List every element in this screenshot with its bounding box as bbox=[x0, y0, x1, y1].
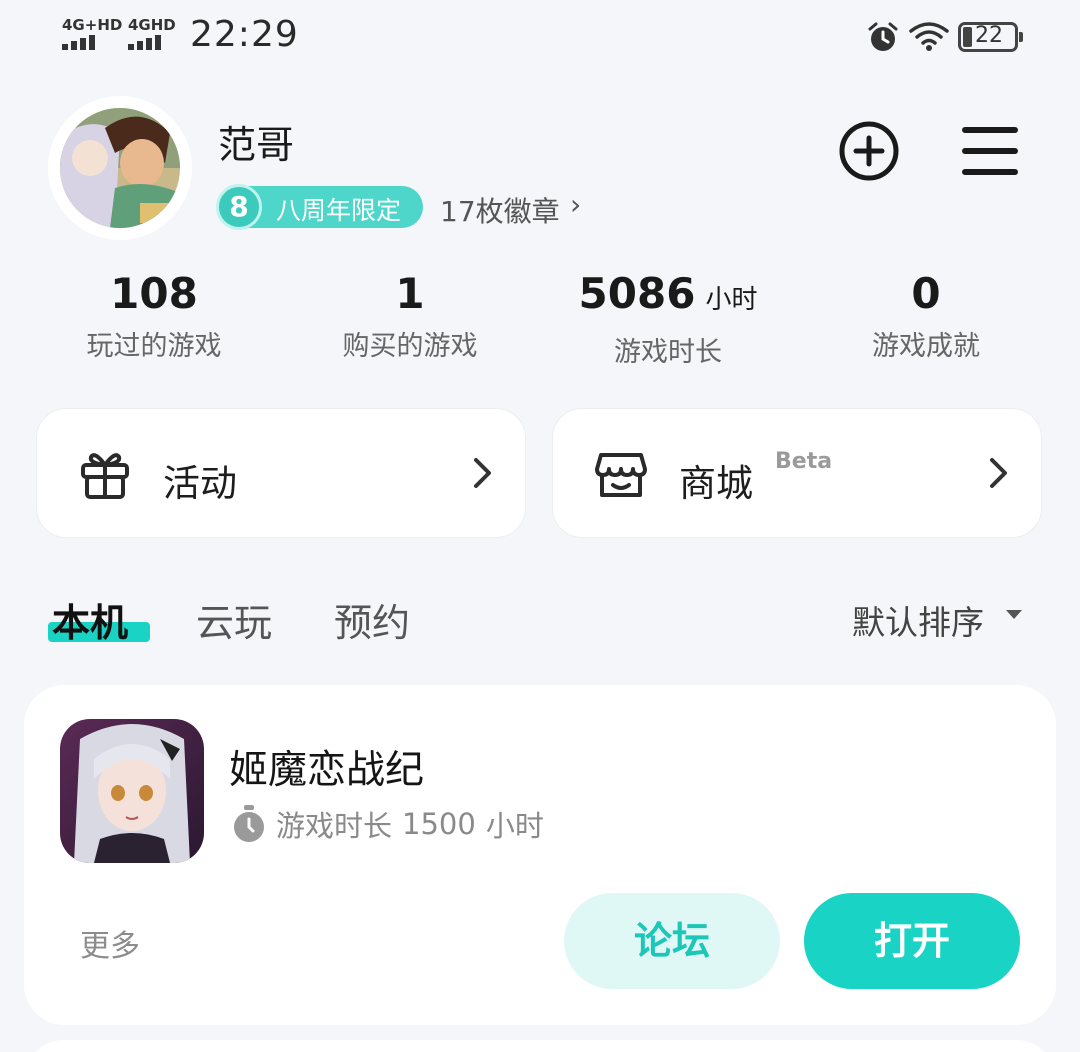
sim2-label: 4GHD bbox=[128, 16, 176, 34]
add-button[interactable] bbox=[838, 120, 900, 182]
playtime-unit: 小时 bbox=[485, 809, 544, 843]
battery-level: 22 bbox=[975, 23, 1003, 48]
tab-reservations[interactable]: 预约 bbox=[334, 592, 410, 647]
avatar-image bbox=[60, 108, 180, 228]
stat-label: 游戏时长 bbox=[614, 337, 722, 368]
shop-card[interactable]: 商城 Beta bbox=[552, 408, 1042, 538]
badge-count-link[interactable]: 17枚徽章 bbox=[440, 190, 560, 230]
alarm-icon bbox=[868, 22, 898, 51]
clock: 22:29 bbox=[190, 14, 299, 55]
stat-played-games[interactable]: 108 玩过的游戏 bbox=[44, 268, 264, 363]
caret-down-icon bbox=[1006, 610, 1022, 619]
playtime-value: 1500 bbox=[402, 807, 476, 841]
badge-label: 八周年限定 bbox=[276, 196, 402, 225]
shop-label: 商城 bbox=[679, 462, 753, 505]
tab-cloud[interactable]: 云玩 bbox=[196, 592, 272, 647]
next-game-card[interactable] bbox=[24, 1040, 1056, 1052]
sort-dropdown[interactable]: 默认排序 bbox=[852, 596, 984, 644]
chevron-right-icon: › bbox=[570, 188, 582, 221]
open-button[interactable]: 打开 bbox=[804, 893, 1020, 989]
username: 范哥 bbox=[218, 123, 295, 167]
chevron-right-icon bbox=[474, 458, 491, 488]
game-card[interactable]: 姬魔恋战纪 游戏时长 1500 小时 更多 论坛 打开 bbox=[24, 685, 1056, 1025]
wifi-icon bbox=[909, 22, 949, 51]
signal-sim1-icon: 4G+HD bbox=[62, 18, 122, 50]
stat-unit: 小时 bbox=[705, 285, 758, 315]
game-icon[interactable] bbox=[60, 719, 204, 863]
stat-value: 5086 bbox=[578, 269, 696, 318]
beta-tag: Beta bbox=[775, 449, 833, 474]
game-title: 姬魔恋战纪 bbox=[229, 748, 425, 793]
stat-value: 108 bbox=[110, 269, 198, 318]
stat-label: 玩过的游戏 bbox=[86, 331, 222, 362]
badge-coin-icon: 8 bbox=[216, 184, 262, 230]
avatar[interactable] bbox=[48, 96, 192, 240]
activity-label: 活动 bbox=[163, 462, 237, 505]
stat-label: 游戏成就 bbox=[872, 331, 980, 362]
more-button[interactable]: 更多 bbox=[80, 921, 140, 965]
activity-card[interactable]: 活动 bbox=[36, 408, 526, 538]
stat-purchased-games[interactable]: 1 购买的游戏 bbox=[300, 268, 520, 363]
chevron-right-icon bbox=[990, 458, 1007, 488]
battery-icon: 22 bbox=[958, 22, 1023, 52]
stat-label: 购买的游戏 bbox=[342, 331, 478, 362]
stat-play-time[interactable]: 5086 小时 游戏时长 bbox=[558, 268, 778, 369]
stat-achievements[interactable]: 0 游戏成就 bbox=[816, 268, 1036, 363]
status-bar: 4G+HD 4GHD 22:29 22 bbox=[0, 0, 1080, 72]
playtime-label: 游戏时长 bbox=[276, 809, 393, 843]
stat-value: 1 bbox=[395, 269, 425, 318]
store-icon bbox=[595, 453, 647, 497]
signal-sim2-icon: 4GHD bbox=[128, 18, 176, 50]
anniversary-badge[interactable]: 8 八周年限定 bbox=[216, 184, 423, 230]
stat-value: 0 bbox=[911, 269, 941, 318]
stopwatch-icon bbox=[234, 805, 264, 842]
tab-local[interactable]: 本机 bbox=[52, 592, 128, 647]
forum-button[interactable]: 论坛 bbox=[564, 893, 780, 989]
game-playtime: 游戏时长 1500 小时 bbox=[232, 803, 544, 845]
menu-button[interactable] bbox=[962, 124, 1018, 178]
gift-icon bbox=[81, 453, 129, 499]
sim1-label: 4G+HD bbox=[62, 16, 123, 34]
